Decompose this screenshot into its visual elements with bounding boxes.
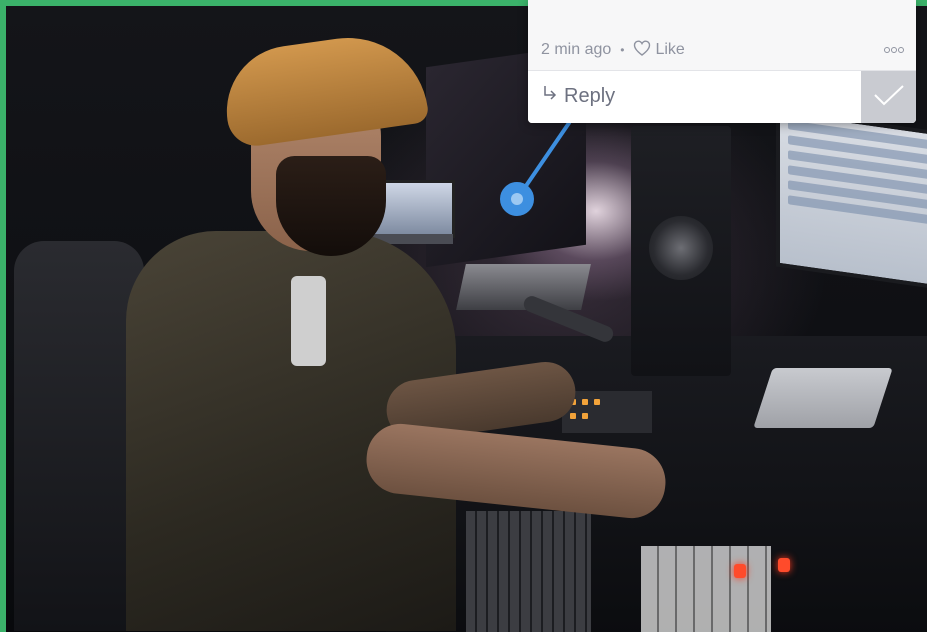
meta-separator: • — [620, 43, 625, 57]
person-tshirt — [291, 276, 326, 366]
like-label: Like — [655, 41, 685, 58]
like-button[interactable]: Like — [633, 39, 685, 61]
midi-controller — [562, 391, 652, 433]
computer-keyboard — [466, 511, 591, 632]
red-knob — [734, 564, 746, 578]
controller-led — [594, 399, 600, 405]
resolve-button[interactable] — [861, 71, 916, 123]
studio-monitor-speaker — [631, 126, 731, 376]
reply-bar: Reply — [528, 70, 916, 123]
more-options-button[interactable] — [884, 47, 904, 53]
reply-button[interactable]: Reply — [542, 84, 615, 108]
controller-led — [582, 399, 588, 405]
checkmark-icon — [873, 83, 905, 112]
trackpad — [753, 368, 893, 428]
piano-keys — [641, 546, 771, 632]
desktop-monitor — [776, 108, 927, 292]
more-dot — [884, 47, 890, 53]
comment-timestamp: 2 min ago — [541, 41, 612, 58]
controller-led — [570, 413, 576, 419]
person-cap — [218, 27, 430, 150]
reply-label: Reply — [564, 84, 616, 107]
comment-meta: 2 min ago • Like — [541, 39, 904, 61]
more-dot — [891, 47, 897, 53]
chair — [14, 241, 144, 631]
red-knob — [778, 558, 790, 572]
speaker-cone — [649, 216, 713, 280]
comment-card: 2 min ago • Like Reply — [528, 0, 916, 123]
comment-pin[interactable] — [500, 182, 534, 216]
more-dot — [898, 47, 904, 53]
controller-led — [582, 413, 588, 419]
heart-outline-icon — [633, 39, 655, 61]
reply-arrow-icon — [542, 84, 564, 108]
